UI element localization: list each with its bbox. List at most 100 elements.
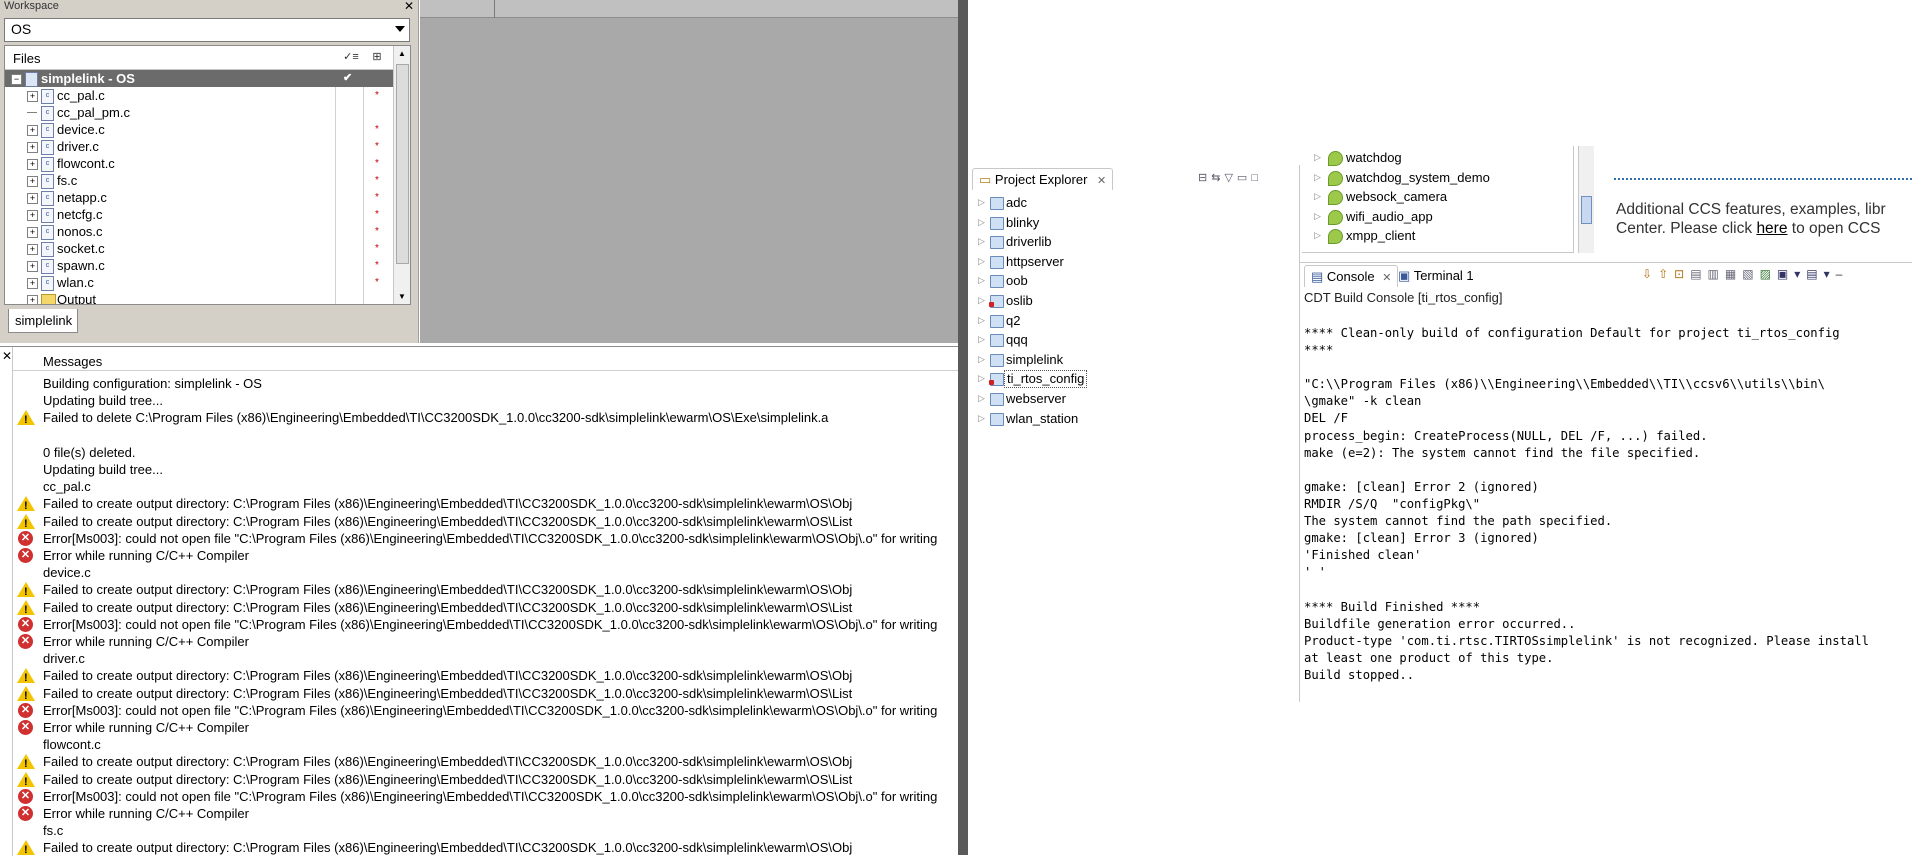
examples-scrollbar[interactable]	[1578, 146, 1594, 253]
expand-arrow-icon[interactable]: ▷	[978, 409, 985, 429]
configuration-select[interactable]: OS	[4, 18, 410, 42]
project-item[interactable]: ▷ adc	[968, 193, 1298, 213]
word-wrap-icon[interactable]: ▦	[1725, 267, 1742, 281]
next-icon[interactable]: ⇩	[1642, 267, 1658, 281]
expand-arrow-icon[interactable]: ▷	[1314, 226, 1321, 246]
previous-icon[interactable]: ⇧	[1658, 267, 1674, 281]
scroll-lock-icon[interactable]: ⊡	[1674, 267, 1690, 281]
pin-icon[interactable]: ▥	[1708, 267, 1725, 281]
workspace-tab-simplelink[interactable]: simplelink	[8, 309, 78, 333]
file-row[interactable]: + c cc_pal.c *	[5, 87, 393, 104]
message-row[interactable]: Updating build tree...	[13, 461, 958, 478]
expand-arrow-icon[interactable]: ▷	[978, 271, 985, 291]
message-row[interactable]: fs.c	[13, 822, 958, 839]
example-item[interactable]: ▷ watchdog_system_demo	[1302, 168, 1572, 188]
project-item[interactable]: ▷ simplelink	[968, 350, 1298, 370]
new-console-icon[interactable]: ▨	[1760, 267, 1777, 281]
message-row[interactable]: Failed to create output directory: C:\Pr…	[13, 685, 958, 702]
message-row[interactable]: Failed to delete C:\Program Files (x86)\…	[13, 409, 958, 426]
scrollbar-thumb[interactable]	[1581, 196, 1592, 224]
expand-arrow-icon[interactable]: ▷	[978, 252, 985, 272]
scrollbar-thumb[interactable]	[396, 64, 409, 264]
expand-arrow-icon[interactable]: ▷	[978, 311, 985, 331]
scroll-up-icon[interactable]: ▲	[398, 49, 406, 58]
collapse-icon[interactable]: −	[11, 74, 22, 85]
here-link[interactable]: here	[1756, 220, 1787, 237]
remove-icon[interactable]: ▧	[1742, 267, 1759, 281]
expand-icon[interactable]: +	[27, 193, 38, 204]
example-item[interactable]: ▷ wifi_audio_app	[1302, 207, 1572, 227]
expand-icon[interactable]: +	[27, 278, 38, 289]
project-item[interactable]: ▷ ti_rtos_config	[968, 369, 1298, 389]
expand-arrow-icon[interactable]: ▷	[978, 369, 985, 389]
message-row[interactable]: Building configuration: simplelink - OS	[13, 375, 958, 392]
message-row[interactable]: Failed to create output directory: C:\Pr…	[13, 581, 958, 598]
file-row[interactable]: c cc_pal_pm.c	[5, 104, 393, 121]
project-item[interactable]: ▷ oslib	[968, 291, 1298, 311]
expand-icon[interactable]: +	[27, 227, 38, 238]
file-row[interactable]: + c wlan.c *	[5, 274, 393, 291]
file-row[interactable]: + c nonos.c *	[5, 223, 393, 240]
expand-icon[interactable]: +	[27, 210, 38, 221]
message-row[interactable]: ✕ Error while running C/C++ Compiler	[13, 719, 958, 736]
example-item[interactable]: ▷ xmpp_client	[1302, 226, 1572, 246]
message-row[interactable]: Failed to create output directory: C:\Pr…	[13, 495, 958, 512]
view-menu-icon[interactable]: ▽	[1224, 172, 1236, 184]
message-row[interactable]: cc_pal.c	[13, 478, 958, 495]
file-row[interactable]: + c spawn.c *	[5, 257, 393, 274]
files-scrollbar[interactable]: ▲ ▼	[393, 46, 410, 304]
project-item[interactable]: ▷ q2	[968, 311, 1298, 331]
message-row[interactable]: ✕ Error[Ms003]: could not open file "C:\P…	[13, 616, 958, 633]
file-row[interactable]: + c flowcont.c *	[5, 155, 393, 172]
message-row[interactable]: driver.c	[13, 650, 958, 667]
message-row[interactable]: ✕ Error while running C/C++ Compiler	[13, 633, 958, 650]
expand-arrow-icon[interactable]: ▷	[978, 330, 985, 350]
example-item[interactable]: ▷ websock_camera	[1302, 187, 1572, 207]
tab-project-explorer[interactable]: ▭ Project Explorer ✕	[972, 168, 1114, 190]
expand-icon[interactable]: +	[27, 125, 38, 136]
file-row[interactable]: + c socket.c *	[5, 240, 393, 257]
check-column-icon[interactable]: ✓≡	[343, 50, 359, 64]
project-node[interactable]: − simplelink - OS ✔	[5, 70, 393, 87]
expand-icon[interactable]: +	[27, 176, 38, 187]
message-row[interactable]: ✕ Error[Ms003]: could not open file "C:\P…	[13, 702, 958, 719]
collapse-all-icon[interactable]: ⊟	[1198, 172, 1211, 184]
message-row[interactable]: Updating build tree...	[13, 392, 958, 409]
expand-arrow-icon[interactable]: ▷	[978, 350, 985, 370]
message-row[interactable]: Failed to create output directory: C:\Pr…	[13, 839, 958, 856]
maximize-icon[interactable]: □	[1251, 172, 1262, 184]
minimize-icon[interactable]: ▭	[1237, 172, 1251, 184]
expand-icon[interactable]: +	[27, 159, 38, 170]
example-item[interactable]: ▷ watchdog	[1302, 148, 1572, 168]
clear-icon[interactable]: ▤	[1690, 267, 1707, 281]
messages-close-icon[interactable]: ✕	[2, 349, 12, 363]
expand-arrow-icon[interactable]: ▷	[978, 213, 985, 233]
project-item[interactable]: ▷ httpserver	[968, 252, 1298, 272]
link-editor-icon[interactable]: ⇆	[1211, 172, 1224, 184]
message-row[interactable]: Failed to create output directory: C:\Pr…	[13, 599, 958, 616]
tab-terminal[interactable]: ▣ Terminal 1	[1398, 268, 1474, 284]
close-icon[interactable]: ✕	[1382, 272, 1391, 284]
expand-arrow-icon[interactable]: ▷	[1314, 148, 1321, 168]
file-row[interactable]: + c netcfg.c *	[5, 206, 393, 223]
message-row[interactable]: ✕ Error[Ms003]: could not open file "C:\P…	[13, 530, 958, 547]
project-item[interactable]: ▷ driverlib	[968, 232, 1298, 252]
message-row[interactable]: Failed to create output directory: C:\Pr…	[13, 513, 958, 530]
close-icon[interactable]: ✕	[1097, 175, 1106, 187]
file-row[interactable]: + Output	[5, 291, 393, 304]
expand-icon[interactable]: +	[27, 244, 38, 255]
file-row[interactable]: + c fs.c *	[5, 172, 393, 189]
message-row[interactable]: Failed to create output directory: C:\Pr…	[13, 771, 958, 788]
dependencies-column-icon[interactable]: ⊞	[369, 50, 385, 64]
tab-console[interactable]: ▤ Console ✕	[1304, 265, 1399, 287]
expand-icon[interactable]: +	[27, 261, 38, 272]
project-item[interactable]: ▷ blinky	[968, 213, 1298, 233]
expand-arrow-icon[interactable]: ▷	[1314, 168, 1321, 188]
minimize-icon[interactable]: –	[1836, 267, 1849, 281]
file-row[interactable]: + c device.c *	[5, 121, 393, 138]
expand-arrow-icon[interactable]: ▷	[978, 291, 985, 311]
expand-arrow-icon[interactable]: ▷	[1314, 187, 1321, 207]
workspace-close-icon[interactable]: ✕	[402, 0, 416, 14]
expand-arrow-icon[interactable]: ▷	[978, 232, 985, 252]
message-row[interactable]: Failed to create output directory: C:\Pr…	[13, 753, 958, 770]
